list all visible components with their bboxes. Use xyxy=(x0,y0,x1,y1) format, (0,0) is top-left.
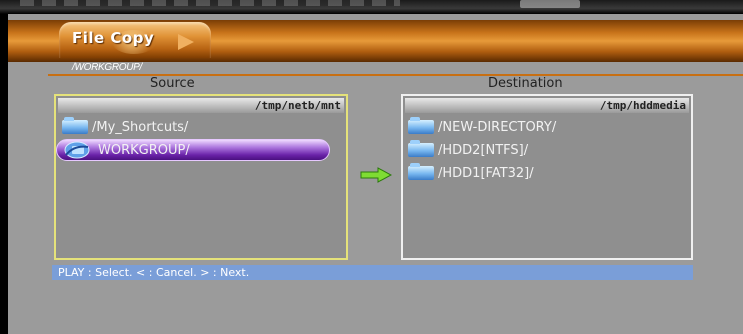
source-path-header: /tmp/netb/mnt xyxy=(58,98,344,113)
list-item[interactable]: /My_Shortcuts/ xyxy=(62,116,188,138)
file-copy-screen: File Copy /WORKGROUP/ Source Destination… xyxy=(8,14,743,334)
status-bar: PLAY : Select. < : Cancel. > : Next. xyxy=(52,265,693,280)
network-folder-icon xyxy=(64,141,90,159)
folder-icon xyxy=(408,140,434,157)
list-item-label: /NEW-DIRECTORY/ xyxy=(438,119,557,135)
tab-arrow-icon xyxy=(178,34,194,50)
top-bezel xyxy=(0,0,743,14)
destination-label: Destination xyxy=(488,76,563,91)
list-item[interactable]: /HDD1[FAT32]/ xyxy=(408,162,534,184)
folder-icon xyxy=(62,117,88,134)
list-item-label: /My_Shortcuts/ xyxy=(92,119,189,135)
folder-icon xyxy=(408,163,434,180)
list-item[interactable]: /HDD2[NTFS]/ xyxy=(408,139,528,161)
destination-path-header: /tmp/hddmedia xyxy=(405,98,689,113)
list-item-label: /HDD2[NTFS]/ xyxy=(438,142,529,158)
source-label: Source xyxy=(150,76,195,91)
page-title: File Copy xyxy=(72,29,155,47)
title-band: File Copy xyxy=(8,20,743,62)
arrow-right-icon xyxy=(360,167,392,183)
list-item-selected[interactable]: WORKGROUP/ xyxy=(64,139,190,161)
current-path: /WORKGROUP/ xyxy=(72,62,143,73)
list-item-label: /HDD1[FAT32]/ xyxy=(438,165,534,181)
list-item-label: WORKGROUP/ xyxy=(98,142,190,158)
folder-icon xyxy=(408,117,434,134)
list-item[interactable]: /NEW-DIRECTORY/ xyxy=(408,116,556,138)
